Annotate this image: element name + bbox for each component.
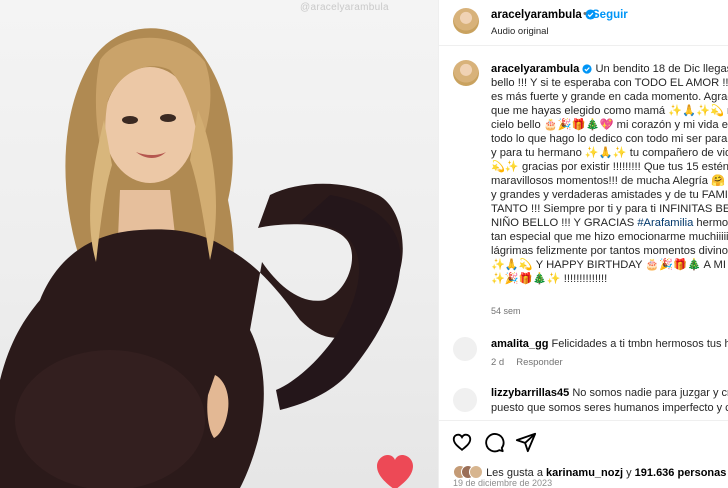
likes-connector: y — [623, 467, 635, 479]
author-username-text[interactable]: aracelyarambula — [491, 9, 582, 21]
caption-line: 💫✨ gracias por existir !!!!!!!!! Que tus… — [491, 161, 728, 173]
caption-line: TANTO !!! Siempre por ti y para ti INFIN… — [491, 203, 728, 215]
caption-line: maravillosos momentos!!! de mucha Alegrí… — [491, 175, 726, 187]
post-image[interactable]: @aracelyarambula — [0, 0, 438, 488]
audio-label[interactable]: Audio original — [491, 26, 549, 37]
caption-text: hermosa sorpresa — [696, 217, 728, 229]
caption-text: Un bendito 18 de Dic llegaste — [595, 63, 728, 75]
verified-badge-icon — [582, 64, 592, 74]
caption-timestamp[interactable]: 54 sem — [491, 306, 521, 316]
separator-dot: • — [583, 8, 587, 20]
post-side-panel: aracelyarambula • Seguir Audio original … — [438, 0, 728, 488]
comment-text: lizzybarrillas45 No somos nadie para juz… — [491, 386, 728, 416]
caption-line: todo lo que hago lo dedico con todo mi s… — [491, 133, 728, 145]
caption-username[interactable]: aracelyarambula — [491, 63, 579, 75]
caption-line: tan especial que me hizo emocionarme muc… — [491, 231, 728, 243]
post-caption: aracelyarambula Un bendito 18 de Dic lle… — [491, 62, 728, 286]
comment-body-cont: puesto que somos seres humanos imperfect… — [491, 402, 728, 414]
comment-body: No somos nadie para juzgar y criticar — [572, 387, 728, 399]
caption-line: y grandes y verdaderas amistades y de tu… — [491, 189, 728, 201]
comment-item: lizzybarrillas45 No somos nadie para juz… — [439, 384, 728, 420]
comment-body: Felicidades a ti tmbn hermosos tus hijos — [551, 338, 728, 350]
liker-username[interactable]: karinamu_nozj — [546, 467, 623, 479]
comment-username[interactable]: lizzybarrillas45 — [491, 387, 569, 399]
follow-button[interactable]: Seguir — [592, 9, 628, 21]
comment-avatar[interactable] — [453, 388, 477, 412]
like-icon[interactable] — [451, 431, 473, 453]
comment-avatar[interactable] — [453, 337, 477, 361]
pregnant-woman-photo — [0, 28, 403, 488]
caption-line: cielo bello 🎂🎉🎁🎄💖 mi corazón y mi vida e… — [491, 119, 728, 131]
comment-item: amalita_gg Felicidades a ti tmbn hermoso… — [439, 333, 728, 373]
comment-text: amalita_gg Felicidades a ti tmbn hermoso… — [491, 337, 728, 352]
caption-line: NIÑO BELLO !!! Y GRACIAS #Arafamilia her… — [491, 216, 728, 230]
caption-line: es más fuerte y grande en cada momento. … — [491, 91, 728, 103]
hashtag-link[interactable]: #Arafamilia — [637, 217, 693, 229]
share-icon[interactable] — [515, 431, 537, 453]
caption-line: que me hayas elegido como mamá ✨🙏✨💫 mi — [491, 105, 728, 117]
comment-meta: 2 d Responder — [491, 357, 575, 368]
likes-count[interactable]: 191.636 personas más — [635, 467, 728, 479]
reply-button[interactable]: Responder — [516, 357, 562, 368]
comment-time[interactable]: 2 d — [491, 357, 504, 368]
post-header: aracelyarambula • Seguir Audio original — [439, 0, 728, 46]
author-username[interactable]: aracelyarambula — [491, 9, 596, 21]
liker-avatar — [469, 465, 483, 479]
comment-username[interactable]: amalita_gg — [491, 338, 548, 350]
caption-line-1: aracelyarambula Un bendito 18 de Dic lle… — [491, 62, 728, 76]
caption-line: bello !!! Y si te esperaba con TODO EL A… — [491, 77, 728, 89]
caption-line: ✨🙏💫 Y HAPPY BIRTHDAY 🎂🎉🎁🎄 A MI — [491, 259, 726, 271]
author-avatar[interactable] — [453, 8, 479, 34]
comment-icon[interactable] — [483, 431, 505, 453]
post-date: 19 de diciembre de 2023 — [453, 478, 553, 488]
caption-line: y para tu hermano ✨🙏✨ tu compañero de vi… — [491, 147, 728, 159]
like-heart-icon[interactable] — [373, 452, 417, 488]
caption-line: lágrimas felizmente por tantos momentos … — [491, 245, 728, 257]
caption-avatar[interactable] — [453, 60, 479, 86]
caption-line: ✨🎉🎁🎄✨ !!!!!!!!!!!!!! — [491, 273, 608, 285]
caption-text: NIÑO BELLO !!! Y GRACIAS — [491, 217, 635, 229]
